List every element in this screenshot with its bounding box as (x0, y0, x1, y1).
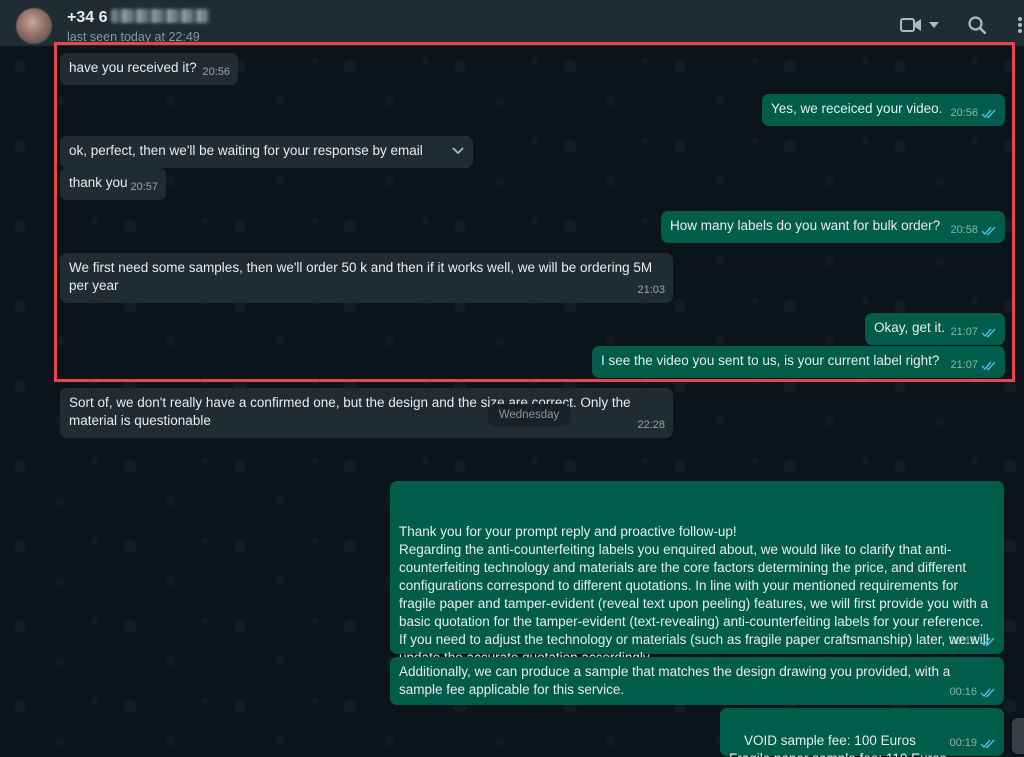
message-meta: 20:58 (950, 221, 997, 239)
message-time: 00:19 (949, 737, 977, 749)
message-text: We first need some samples, then we'll o… (69, 260, 653, 293)
message-meta: 22:28 (637, 416, 665, 434)
message-meta: 00:16 (949, 683, 996, 701)
video-call-icon[interactable] (900, 14, 922, 36)
last-seen-status: last seen today at 22:49 (67, 30, 200, 44)
message-outgoing[interactable]: I see the video you sent to us, is your … (592, 346, 1005, 378)
message-meta: 20:56 (202, 63, 230, 81)
message-time: 20:56 (950, 107, 978, 119)
message-outgoing[interactable]: Yes, we receiced your video. 20:56 (762, 94, 1005, 126)
message-time: 00:15 (949, 635, 977, 647)
message-meta: 00:19 (949, 734, 996, 752)
message-time: 21:07 (950, 326, 978, 338)
message-time: 21:03 (637, 284, 665, 296)
read-ticks-icon (981, 361, 996, 370)
message-meta: 21:07 (950, 323, 997, 341)
message-time: 00:16 (949, 686, 977, 698)
message-outgoing[interactable]: Additionally, we can produce a sample th… (390, 657, 1004, 705)
read-ticks-icon (981, 328, 996, 337)
message-outgoing[interactable]: Thank you for your prompt reply and proa… (390, 481, 1004, 683)
chevron-down-icon[interactable] (928, 14, 940, 36)
message-text: ok, perfect, then we'll be waiting for y… (69, 143, 423, 158)
message-time: 20:56 (202, 66, 230, 78)
read-ticks-icon (980, 688, 995, 697)
search-icon[interactable] (966, 14, 988, 36)
message-meta: 21:07 (950, 356, 997, 374)
message-time: 21:07 (950, 359, 978, 371)
message-outgoing[interactable]: How many labels do you want for bulk ord… (661, 211, 1005, 243)
message-text: Additionally, we can produce a sample th… (399, 664, 951, 697)
message-text: How many labels do you want for bulk ord… (670, 218, 941, 233)
message-outgoing[interactable]: VOID sample fee: 100 Euros Fragile paper… (720, 708, 1004, 757)
message-incoming[interactable]: Sort of, we don't really have a confirme… (60, 388, 673, 438)
message-text: VOID sample fee: 100 Euros Fragile paper… (729, 733, 946, 757)
message-meta: 21:03 (637, 281, 665, 299)
menu-dots-icon[interactable] (1016, 14, 1024, 36)
read-ticks-icon (980, 637, 995, 646)
message-meta: 20:57 (130, 178, 158, 196)
message-text: have you received it? (69, 60, 197, 75)
message-text: I see the video you sent to us, is your … (601, 353, 940, 368)
read-ticks-icon (980, 739, 995, 748)
read-ticks-icon (981, 109, 996, 118)
chevron-down-icon[interactable] (451, 146, 465, 156)
redacted-number (111, 9, 210, 23)
message-incoming[interactable]: have you received it? 20:56 (60, 53, 238, 85)
date-separator: Wednesday (488, 404, 570, 426)
message-meta: 00:15 (949, 632, 996, 650)
chat-header: +34 6 last seen today at 22:49 (0, 0, 1024, 46)
message-outgoing[interactable]: Okay, get it. 21:07 (865, 313, 1005, 345)
scroll-down-button[interactable] (1012, 718, 1024, 754)
contact-name[interactable]: +34 6 (67, 9, 210, 27)
contact-avatar[interactable] (16, 8, 52, 44)
message-text: thank you (69, 175, 128, 190)
message-time: 20:57 (130, 181, 158, 193)
message-text: Okay, get it. (874, 320, 946, 335)
message-text: Yes, we receiced your video. (771, 101, 943, 116)
whatsapp-window: +34 6 last seen today at 22:49 have you … (0, 0, 1024, 757)
message-incoming[interactable]: thank you 20:57 (60, 168, 166, 200)
message-incoming[interactable]: We first need some samples, then we'll o… (60, 253, 673, 303)
contact-name-text: +34 6 (67, 9, 108, 26)
message-meta: 20:56 (950, 104, 997, 122)
message-time: 22:28 (637, 419, 665, 431)
read-ticks-icon (981, 226, 996, 235)
message-incoming[interactable]: ok, perfect, then we'll be waiting for y… (60, 136, 473, 168)
message-time: 20:58 (950, 224, 978, 236)
